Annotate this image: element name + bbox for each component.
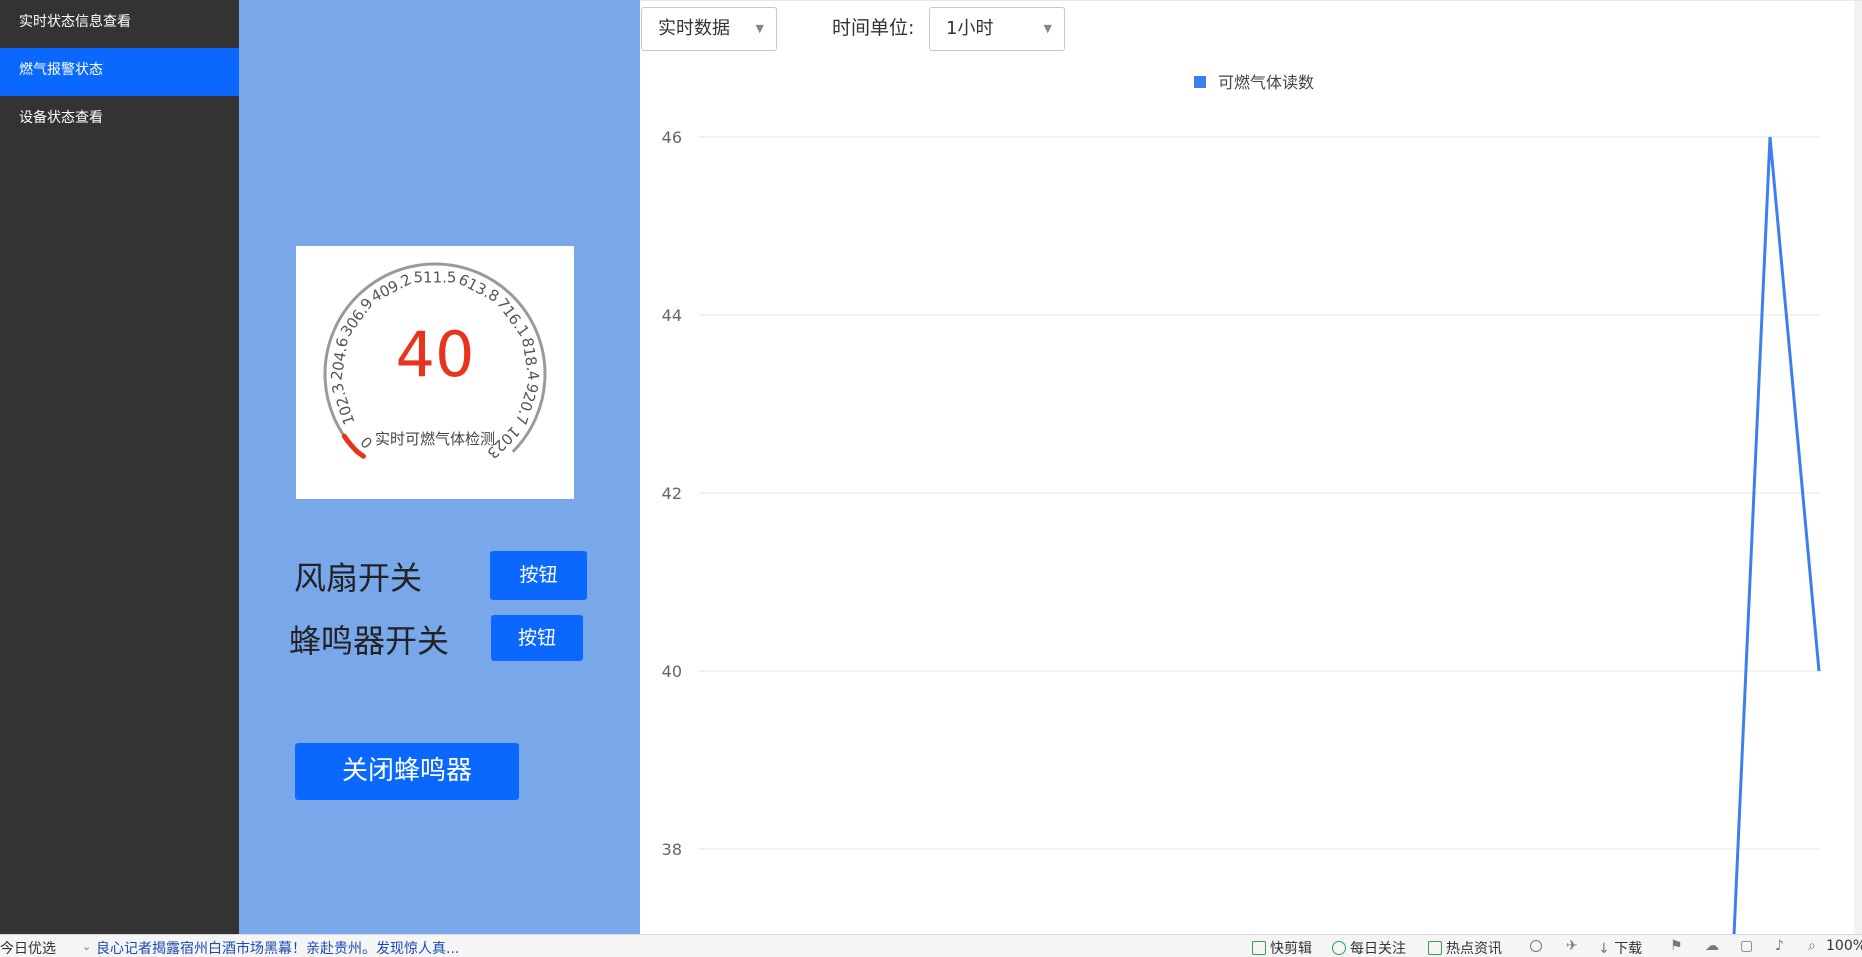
gauge-tick-label: 613.8 (456, 270, 502, 306)
y-tick-label: 42 (662, 484, 682, 503)
download-link[interactable]: ↓ 下载 (1598, 938, 1642, 957)
quick-edit-label: 快剪辑 (1270, 941, 1312, 957)
download-icon: ↓ (1598, 941, 1610, 957)
series-line (1732, 136, 1821, 935)
fan-toggle-button[interactable]: 按钮 (490, 551, 587, 600)
hot-news-link[interactable]: 热点资讯 (1428, 938, 1502, 957)
cloud-icon[interactable]: ☁ (1705, 938, 1719, 954)
y-tick-label: 44 (662, 306, 682, 325)
sidebar-item-device-status[interactable]: 设备状态查看 (0, 96, 239, 144)
control-panel: 0 102.3 204.6 306.9 409.2 511.5 613.8 716.1 818.… (239, 0, 640, 934)
legend-label[interactable]: 可燃气体读数 (1218, 73, 1314, 92)
gauge-needle (354, 449, 366, 459)
gauge-value: 40 (396, 318, 475, 391)
buzzer-toggle-button[interactable]: 按钮 (491, 615, 583, 661)
app-root: 实时状态信息查看 燃气报警状态 设备状态查看 0 102.3 204.6 306.9 4… (0, 0, 1862, 957)
chart-area: 实时数据 ▼ 时间单位: 1小时 ▼ 38 40 42 44 46 可燃气体读数 (640, 0, 1862, 935)
news-icon (1428, 941, 1442, 955)
gauge-tick-label: 920.7 (512, 381, 542, 427)
gauge-tick-label: 306.9 (337, 295, 377, 340)
download-label: 下载 (1614, 941, 1643, 957)
gauge-tick-label: 0 (357, 432, 376, 451)
daily-follow-link[interactable]: 每日关注 (1332, 938, 1406, 957)
gas-gauge: 0 102.3204.6306.9409.2 511.5 613.8716.1818.… (323, 262, 547, 462)
gauge-tick-label: 716.1 (493, 295, 533, 340)
window-icon[interactable]: ▢ (1740, 938, 1753, 954)
gauge-tick-label: 204.6 (327, 336, 351, 381)
news-ticker-link[interactable]: 良心记者揭露宿州白酒市场黑幕！亲赴贵州。发现惊人真... (96, 938, 459, 957)
pin-icon[interactable]: ✈ (1566, 938, 1578, 954)
y-tick-label: 46 (662, 128, 682, 147)
close-buzzer-button[interactable]: 关闭蜂鸣器 (295, 743, 519, 800)
sidebar: 实时状态信息查看 燃气报警状态 设备状态查看 (0, 0, 239, 934)
today-pick-link[interactable]: 今日优选 (0, 938, 56, 957)
fan-switch-label: 风扇开关 (294, 559, 423, 597)
gas-reading-chart: 38 40 42 44 46 可燃气体读数 (662, 73, 1821, 935)
buzzer-switch-label: 蜂鸣器开关 (289, 622, 450, 660)
gauge-tick-label: 818.4 (518, 336, 542, 381)
vertical-scrollbar[interactable] (1854, 1, 1862, 935)
gauge-label: 实时可燃气体检测 (375, 430, 495, 448)
sidebar-item-gas-alarm[interactable]: 燃气报警状态 (0, 48, 239, 96)
daily-follow-label: 每日关注 (1350, 941, 1406, 957)
legend-swatch (1194, 76, 1206, 88)
chevron-down-icon: ⌄ (82, 940, 92, 953)
y-tick-label: 40 (662, 662, 682, 681)
refresh-icon[interactable] (1530, 938, 1542, 954)
zoom-level[interactable]: 100% (1826, 938, 1862, 954)
browser-status-bar: 今日优选 ⌄ 良心记者揭露宿州白酒市场黑幕！亲赴贵州。发现惊人真... 快剪辑 … (0, 934, 1862, 957)
sidebar-item-realtime-status[interactable]: 实时状态信息查看 (0, 0, 239, 48)
gauge-tick-label: 102.3 (328, 381, 358, 427)
speaker-icon[interactable]: ♪ (1775, 938, 1784, 954)
quick-edit-link[interactable]: 快剪辑 (1252, 938, 1312, 957)
play-circle-icon (1332, 941, 1346, 955)
gauge-value-arc (341, 433, 360, 455)
flag-icon[interactable]: ⚑ (1670, 938, 1683, 954)
gauge-tick-label: 409.2 (368, 270, 414, 306)
zoom-icon[interactable]: ⌕ (1808, 938, 1816, 954)
hot-news-label: 热点资讯 (1446, 941, 1502, 957)
play-icon (1252, 941, 1266, 955)
gauge-card: 0 102.3 204.6 306.9 409.2 511.5 613.8 716.1 818.… (296, 246, 574, 499)
y-tick-label: 38 (662, 840, 682, 859)
gauge-tick-label: 511.5 (414, 269, 457, 287)
